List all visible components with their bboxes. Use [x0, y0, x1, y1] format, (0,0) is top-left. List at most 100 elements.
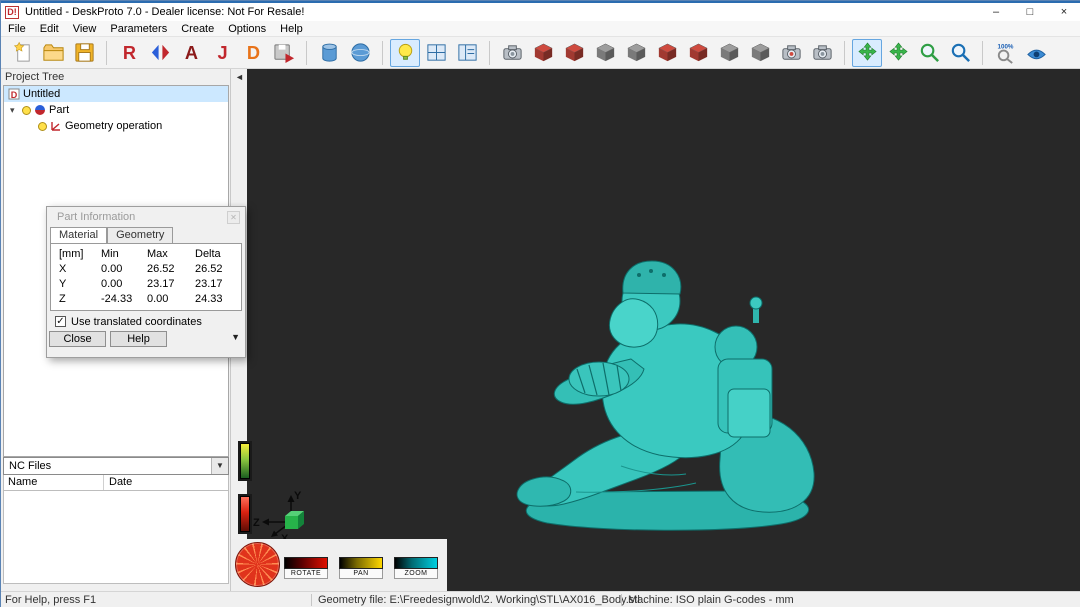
zoom-label: ZOOM — [394, 569, 438, 579]
status-geometry-file: Geometry file: E:\Freedesignwold\2. Work… — [311, 594, 640, 606]
viewport-layout-icon[interactable] — [452, 39, 482, 67]
zoom-speed-widget[interactable]: ZOOM — [394, 557, 438, 579]
table-cell: 0.00 — [101, 278, 123, 290]
view-top-icon[interactable] — [652, 39, 682, 67]
menu-bar: File Edit View Parameters Create Options… — [1, 21, 1080, 37]
expander-arrow-icon[interactable]: ▼ — [231, 332, 240, 342]
pan-speed-bar[interactable] — [339, 557, 383, 569]
write-nc-program-icon[interactable] — [269, 39, 299, 67]
camera-view-2-icon[interactable] — [807, 39, 837, 67]
menu-item-parameters[interactable]: Parameters — [103, 21, 174, 37]
view-dimetric-icon[interactable] — [745, 39, 775, 67]
maximize-button[interactable]: □ — [1013, 3, 1047, 21]
visibility-bulb-icon[interactable] — [22, 105, 31, 115]
dialog-title-bar[interactable]: Part Information ✕ — [47, 207, 245, 227]
view-bottom-icon[interactable] — [683, 39, 713, 67]
open-file-icon[interactable] — [38, 39, 68, 67]
view-back-icon[interactable] — [559, 39, 589, 67]
translated-coords-checkbox[interactable]: ✓ Use translated coordinates — [47, 311, 245, 329]
rotate-speed-widget[interactable]: ROTATE — [284, 557, 328, 579]
wizard-icon[interactable]: R — [114, 39, 144, 67]
visibility-bulb-icon[interactable] — [38, 121, 47, 131]
table-cell: 24.33 — [195, 293, 223, 305]
dialog-close-button[interactable]: ✕ — [227, 211, 240, 224]
camera-view-1-icon[interactable] — [776, 39, 806, 67]
pan-view-icon[interactable] — [883, 39, 913, 67]
toolbar: R A J D 100% — [1, 37, 1080, 69]
svg-text:D: D — [246, 43, 259, 63]
view-left-icon[interactable] — [590, 39, 620, 67]
menu-item-options[interactable]: Options — [221, 21, 273, 37]
toggle-visibility-bulb-icon[interactable] — [390, 38, 420, 67]
close-window-button[interactable]: × — [1047, 3, 1080, 21]
menu-item-create[interactable]: Create — [174, 21, 221, 37]
edit-operation-parameters-icon[interactable]: A — [176, 39, 206, 67]
pan-label: PAN — [339, 569, 383, 579]
snapshot-camera-icon[interactable] — [497, 39, 527, 67]
simulation-icon[interactable] — [345, 39, 375, 67]
zoom-window-icon[interactable] — [945, 39, 975, 67]
rotate-view-icon[interactable] — [852, 38, 882, 67]
tab-geometry[interactable]: Geometry — [107, 227, 174, 243]
table-header: Delta — [195, 248, 221, 260]
tree-item-label: Untitled — [23, 88, 61, 100]
progress-gauge-red — [238, 494, 252, 534]
zoom-speed-bar[interactable] — [394, 557, 438, 569]
view-front-icon[interactable] — [528, 39, 558, 67]
menu-item-file[interactable]: File — [1, 21, 33, 37]
nc-files-label: NC Files — [9, 460, 52, 472]
project-icon: D — [8, 88, 20, 100]
table-header: Max — [147, 248, 168, 260]
nc-files-columns: Name Date — [3, 475, 229, 491]
table-cell: X — [59, 263, 67, 275]
help-button[interactable]: Help — [110, 331, 167, 347]
nc-column-name[interactable]: Name — [4, 475, 104, 490]
menu-item-view[interactable]: View — [66, 21, 104, 37]
render-view-icon[interactable] — [1021, 39, 1051, 67]
save-file-icon[interactable] — [69, 39, 99, 67]
table-cell: 23.17 — [195, 278, 223, 290]
zoom-view-icon[interactable] — [914, 39, 944, 67]
deskproto-wizard-icon[interactable]: D — [238, 39, 268, 67]
tab-material[interactable]: Material — [50, 227, 108, 243]
nc-files-selector[interactable]: NC Files ▼ — [3, 457, 229, 475]
table-header: Min — [101, 248, 119, 260]
rotate-dial[interactable] — [235, 542, 280, 587]
dropdown-arrow-icon[interactable]: ▼ — [211, 458, 228, 474]
toolbar-separator — [982, 40, 983, 65]
rotate-speed-bar[interactable] — [284, 557, 328, 569]
svg-text:A: A — [184, 43, 197, 63]
part-geometry-icon[interactable] — [314, 39, 344, 67]
view-isometric-icon[interactable] — [714, 39, 744, 67]
tree-item-part[interactable]: ▾ Part — [4, 102, 228, 118]
split-viewports-icon[interactable] — [421, 39, 451, 67]
nc-column-date[interactable]: Date — [104, 475, 132, 490]
table-cell: 0.00 — [101, 263, 123, 275]
menu-item-help[interactable]: Help — [273, 21, 310, 37]
window-title: Untitled - DeskProto 7.0 - Dealer licens… — [25, 6, 305, 18]
toolbar-separator — [306, 40, 307, 65]
3d-viewport[interactable] — [247, 69, 1080, 591]
tree-item-untitled[interactable]: D Untitled — [4, 86, 228, 102]
calculate-toolpaths-icon[interactable]: J — [207, 39, 237, 67]
checkbox-box[interactable]: ✓ — [55, 316, 66, 327]
minimize-button[interactable]: – — [979, 3, 1013, 21]
edit-part-parameters-icon[interactable] — [145, 39, 175, 67]
tree-item-geometry-operation[interactable]: Geometry operation — [4, 118, 228, 134]
collapse-panel-arrow-icon[interactable]: ◄ — [235, 72, 244, 82]
zoom-100-icon[interactable]: 100% — [990, 39, 1020, 67]
menu-item-edit[interactable]: Edit — [33, 21, 66, 37]
view-right-icon[interactable] — [621, 39, 651, 67]
table-cell: 0.00 — [147, 293, 169, 305]
nc-files-list[interactable] — [3, 491, 229, 584]
close-button[interactable]: Close — [49, 331, 106, 347]
pan-speed-widget[interactable]: PAN — [339, 557, 383, 579]
progress-gauge-green — [238, 441, 252, 481]
status-help-text: For Help, press F1 — [5, 594, 97, 606]
toolbar-separator — [844, 40, 845, 65]
3d-model[interactable] — [481, 241, 871, 541]
status-machine: Machine: ISO plain G-codes - mm — [621, 594, 1080, 606]
new-file-icon[interactable] — [7, 39, 37, 67]
chevron-down-icon[interactable]: ▾ — [10, 105, 19, 116]
part-information-dialog: Part Information ✕ Material Geometry [mm… — [46, 206, 246, 358]
